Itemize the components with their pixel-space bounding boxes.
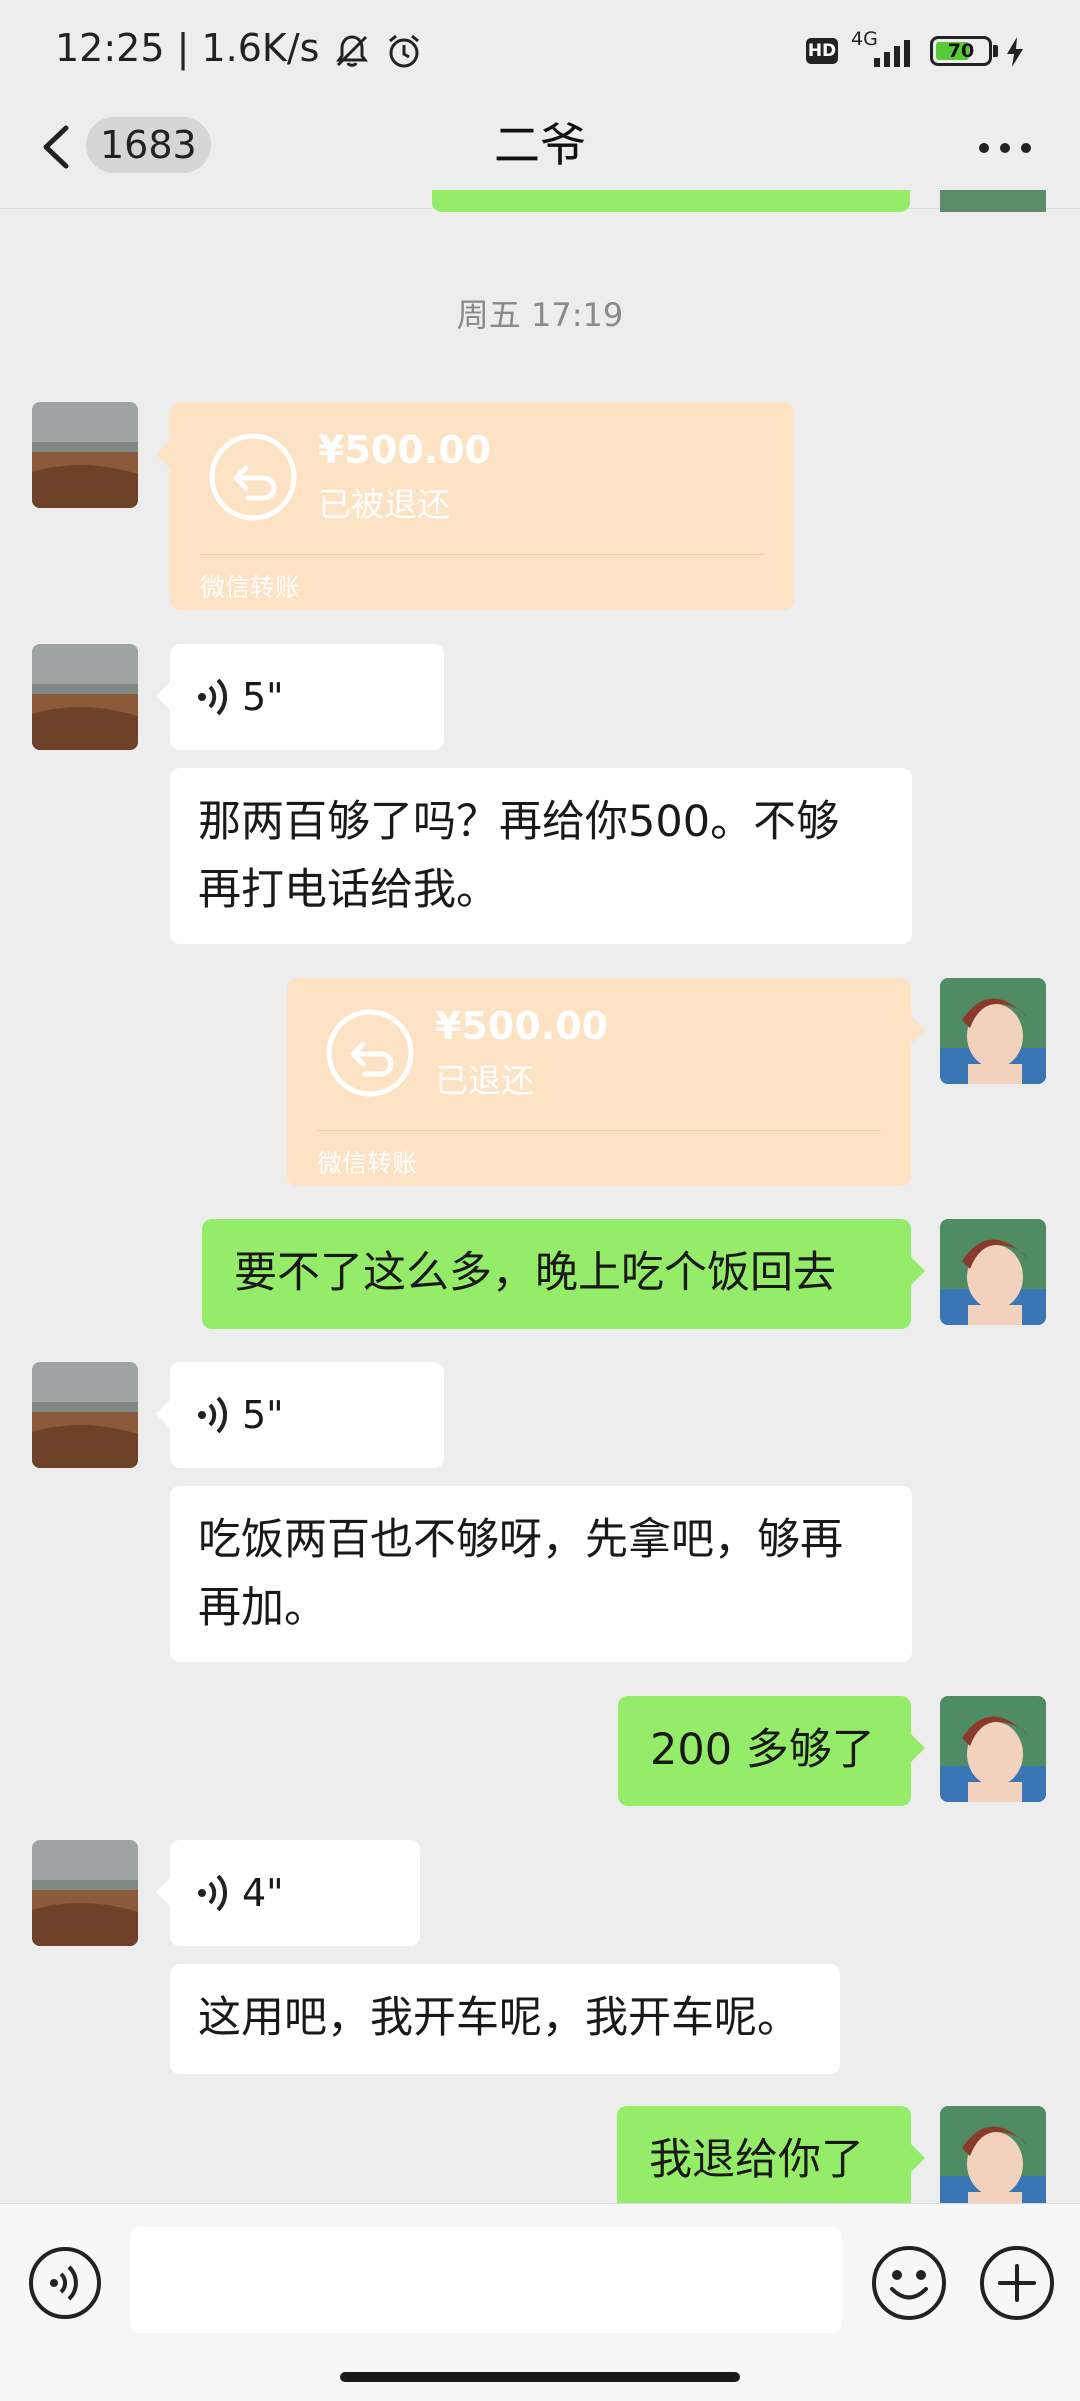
avatar-self[interactable]	[940, 2106, 1046, 2212]
avatar-contact[interactable]	[32, 402, 138, 508]
unread-count-badge[interactable]: 1683	[86, 117, 211, 173]
transfer-card-received[interactable]: ¥500.00 已被退还 微信转账	[156, 402, 794, 610]
avatar-contact[interactable]	[32, 644, 138, 750]
text-message[interactable]: 这用吧，我开车呢，我开车呢。	[170, 1964, 840, 2074]
bell-muted-icon	[335, 34, 368, 67]
message-text: 要不了这么多，晚上吃个饭回去	[234, 1248, 836, 1298]
avatar-contact[interactable]	[32, 1362, 138, 1468]
avatar-self-partial[interactable]	[940, 190, 1046, 212]
avatar-contact[interactable]	[32, 1840, 138, 1946]
network-speed: 1.6K/s	[201, 26, 320, 70]
more-dots-icon	[979, 143, 1031, 153]
message-line: 再打电话给我。	[198, 865, 499, 915]
message-bubble-partial[interactable]	[432, 190, 910, 212]
voice-mode-button[interactable]	[28, 2246, 102, 2320]
signal-icon	[874, 40, 910, 67]
avatar-self[interactable]	[940, 1219, 1046, 1325]
transfer-card-sent[interactable]: ¥500.00 已退还 微信转账	[287, 978, 925, 1186]
text-message-sent[interactable]: 要不了这么多，晚上吃个饭回去	[202, 1219, 925, 1329]
emoji-button[interactable]	[870, 2244, 948, 2322]
plus-icon	[980, 2246, 1054, 2320]
transfer-status: 已退还	[435, 1061, 534, 1100]
voice-message[interactable]: 4"	[156, 1840, 420, 1946]
text-message-sent[interactable]: 200 多够了	[618, 1696, 925, 1806]
chevron-left-icon	[43, 125, 69, 169]
home-indicator[interactable]	[340, 2372, 740, 2382]
avatar-self[interactable]	[940, 1696, 1046, 1802]
voice-message[interactable]: 5"	[156, 644, 444, 750]
transfer-status: 已被退还	[318, 485, 450, 524]
message-text: 200 多够了	[650, 1725, 875, 1775]
more-options-button[interactable]	[970, 118, 1040, 178]
voice-wave-icon	[50, 2265, 78, 2301]
voice-wave-icon	[198, 1874, 228, 1912]
message-input[interactable]	[130, 2227, 842, 2333]
text-message-sent[interactable]: 我退给你了	[617, 2106, 925, 2216]
battery-indicator: 70	[930, 36, 992, 66]
chat-title: 二爷	[494, 118, 586, 172]
text-message[interactable]: 那两百够了吗？再给你500。不够 再打电话给我。	[170, 768, 912, 944]
refund-arrow-icon	[209, 433, 297, 521]
avatar-landscape-image	[32, 402, 138, 508]
time-separator: 周五 17:19	[456, 296, 624, 334]
refund-arrow-icon	[326, 1009, 414, 1097]
avatar-self[interactable]	[940, 978, 1046, 1084]
message-line: 再加。	[198, 1583, 327, 1633]
charging-icon	[1007, 37, 1023, 67]
transfer-amount: ¥500.00	[318, 428, 492, 472]
emoji-icon	[872, 2246, 946, 2320]
avatar-anime-image	[940, 978, 1046, 1084]
voice-duration: 5"	[242, 1393, 284, 1437]
message-text: 这用吧，我开车呢，我开车呢。	[198, 1993, 800, 2043]
clock-text: 12:25	[55, 26, 165, 70]
voice-duration: 4"	[242, 1871, 284, 1915]
message-line: 吃饭两百也不够呀，先拿吧，够再	[198, 1515, 843, 1565]
plus-button[interactable]	[978, 2244, 1056, 2322]
text-message[interactable]: 吃饭两百也不够呀，先拿吧，够再 再加。	[170, 1486, 912, 1662]
voice-duration: 5"	[242, 675, 284, 719]
battery-percent: 70	[947, 40, 975, 62]
voice-message[interactable]: 5"	[156, 1362, 444, 1468]
status-time-area: 12:25 | 1.6K/s	[55, 26, 424, 71]
back-button[interactable]	[30, 114, 80, 180]
hd-badge: HD	[806, 38, 838, 64]
voice-wave-icon	[198, 1396, 228, 1434]
message-text: 我退给你了	[649, 2135, 864, 2185]
transfer-footer: 微信转账	[317, 1149, 418, 1178]
transfer-amount: ¥500.00	[435, 1004, 609, 1048]
message-line: 那两百够了吗？再给你500。不够	[198, 797, 840, 847]
voice-wave-icon	[198, 678, 228, 716]
alarm-icon	[388, 34, 419, 67]
transfer-footer: 微信转账	[200, 573, 301, 602]
